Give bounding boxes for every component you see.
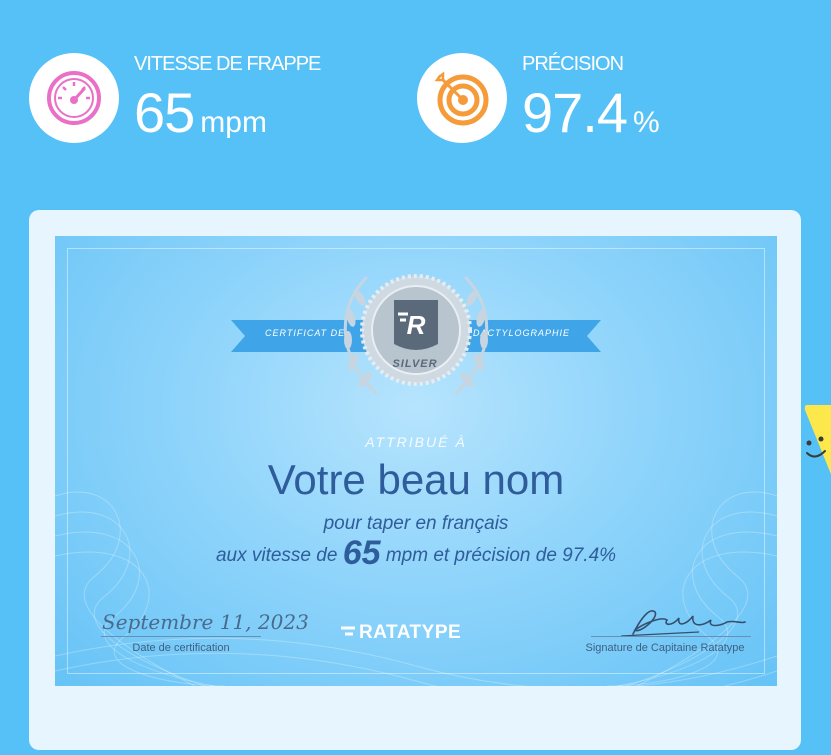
certificate-card: CERTIFICAT DE DACTYLOGRAPHIE R SILVER AT… (29, 210, 801, 750)
typing-speed-unit: mpm (200, 106, 267, 139)
signature-caption: Signature de Capitaine Ratatype (585, 642, 745, 654)
recipient-name: Votre beau nom (267, 456, 565, 503)
accuracy-label: PRÉCISION (522, 53, 624, 75)
accuracy-value: 97.4% (522, 83, 660, 153)
ratatype-logo: RATATYPE (341, 622, 461, 644)
certificate-line-2: aux vitesse de 65 mpm et précision de 97… (55, 534, 777, 573)
certification-date: Septembre 11, 2023 (102, 610, 309, 634)
date-underline (101, 636, 261, 637)
line2-prefix: aux vitesse de (215, 545, 338, 566)
typing-speed-label: VITESSE DE FRAPPE (134, 53, 321, 75)
typing-speed-number: 65 (134, 81, 195, 144)
signature-underline (591, 636, 751, 637)
line2-speed: 65 (342, 534, 381, 572)
line2-suffix: mpm et précision de 97.4% (385, 545, 617, 566)
captain-signature (620, 610, 746, 637)
seal-level-label: SILVER (392, 358, 438, 370)
target-icon (417, 53, 507, 143)
speedometer-icon (29, 53, 119, 143)
awarded-to-label: ATTRIBUÉ À (365, 434, 467, 450)
certificate-line-1: pour taper en français (323, 513, 509, 534)
silver-seal-icon: R (343, 274, 489, 395)
svg-text:R: R (407, 310, 426, 340)
typing-speed-value: 65 mpm (134, 83, 267, 153)
certificate: CERTIFICAT DE DACTYLOGRAPHIE R SILVER AT… (55, 236, 777, 686)
accuracy-unit: % (633, 106, 660, 139)
date-caption: Date de certification (132, 642, 230, 654)
ratatype-logo-text: RATATYPE (359, 622, 462, 643)
accuracy-number: 97.4 (522, 81, 628, 144)
ratatype-logo-icon (341, 626, 355, 636)
